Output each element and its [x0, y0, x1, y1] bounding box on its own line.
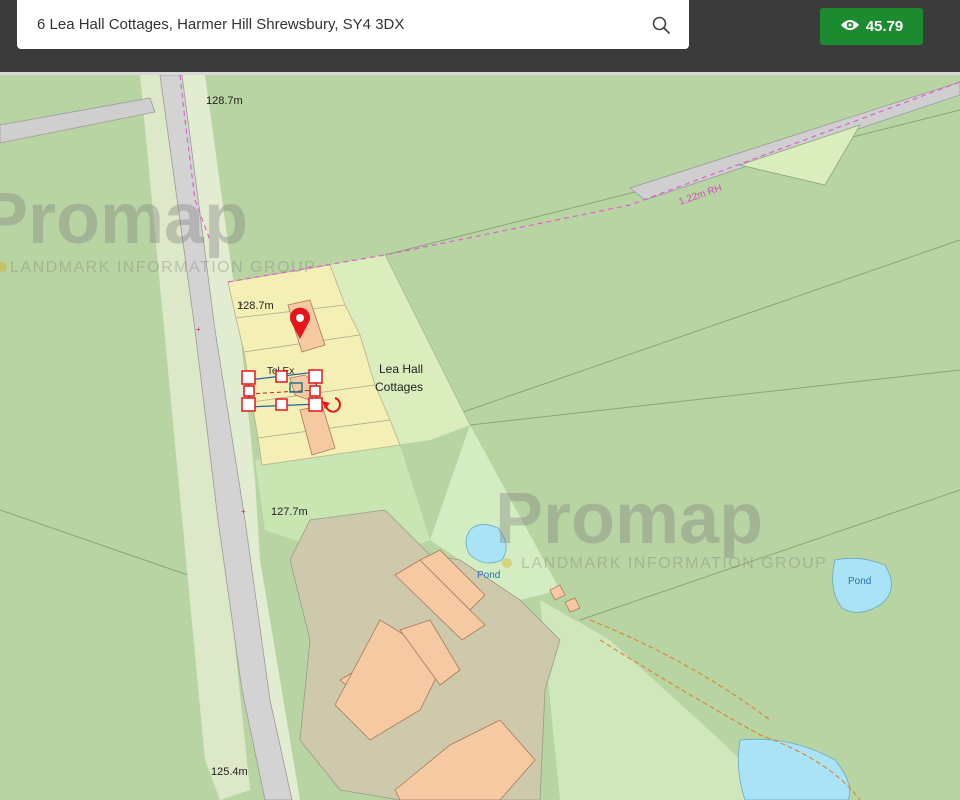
pond-label: Pond [477, 570, 500, 581]
watermark-dot [502, 558, 512, 568]
height-label: 127.7m [271, 506, 308, 518]
search-icon[interactable] [651, 15, 671, 35]
height-label: 128.7m [237, 300, 274, 312]
height-label: 128.7m [206, 95, 243, 107]
address-search-box [17, 0, 689, 49]
map-viewport[interactable]: + + + Promap LANDMARK INFORMATION GROUP Pr… [0, 75, 960, 800]
watermark-brand: Promap [0, 179, 248, 259]
watermark-brand: Promap [495, 479, 763, 559]
watermark-tagline: LANDMARK INFORMATION GROUP [10, 259, 316, 276]
address-search-input[interactable] [37, 16, 651, 33]
place-label-line1: Lea Hall [379, 362, 423, 376]
watermark-tagline: LANDMARK INFORMATION GROUP [521, 555, 827, 572]
place-label-line2: Cottages [375, 380, 423, 394]
map-canvas: +++ Promap LANDMARK INFORMATION GROUP Pr… [0, 75, 960, 800]
svg-text:+: + [241, 507, 246, 516]
svg-text:+: + [196, 325, 201, 334]
top-bar: 45.79 [0, 0, 960, 75]
eye-icon [840, 18, 860, 36]
view-count-button[interactable]: 45.79 [820, 8, 923, 45]
view-count: 45.79 [865, 18, 904, 35]
pond-label: Pond [848, 576, 871, 587]
height-label: 125.4m [211, 766, 248, 778]
